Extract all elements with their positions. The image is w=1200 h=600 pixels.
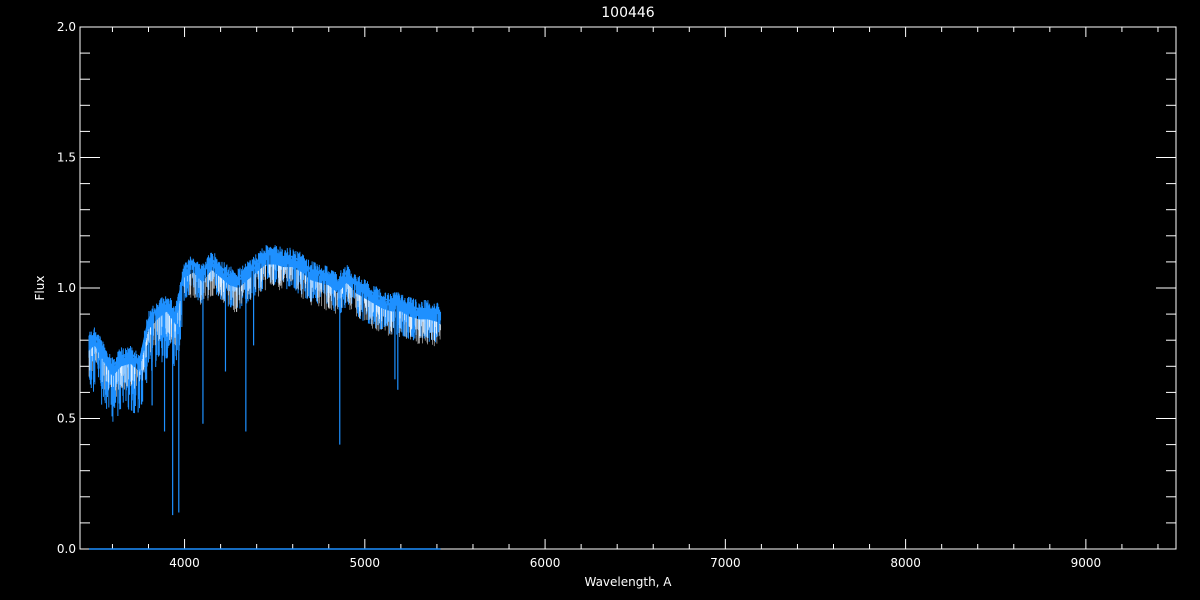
y-tick-label: 0.0: [57, 542, 76, 556]
y-tick-label: 1.5: [57, 151, 76, 165]
x-tick-label: 7000: [710, 556, 741, 570]
y-tick-label: 1.0: [57, 281, 76, 295]
x-tick-label: 4000: [169, 556, 200, 570]
x-axis-label: Wavelength, A: [584, 575, 672, 589]
x-tick-label: 5000: [350, 556, 381, 570]
chart-title: 100446: [601, 5, 655, 21]
y-axis-label: Flux: [33, 276, 47, 301]
y-tick-label: 0.5: [57, 412, 76, 426]
spectrum-chart: 100446 4000 5000 6000 7000 8000 9000 0.0 0.5 1.0…: [0, 0, 1200, 600]
x-tick-label: 9000: [1071, 556, 1102, 570]
y-tick-label: 2.0: [57, 20, 76, 34]
x-tick-label: 8000: [890, 556, 921, 570]
x-tick-label: 6000: [530, 556, 561, 570]
